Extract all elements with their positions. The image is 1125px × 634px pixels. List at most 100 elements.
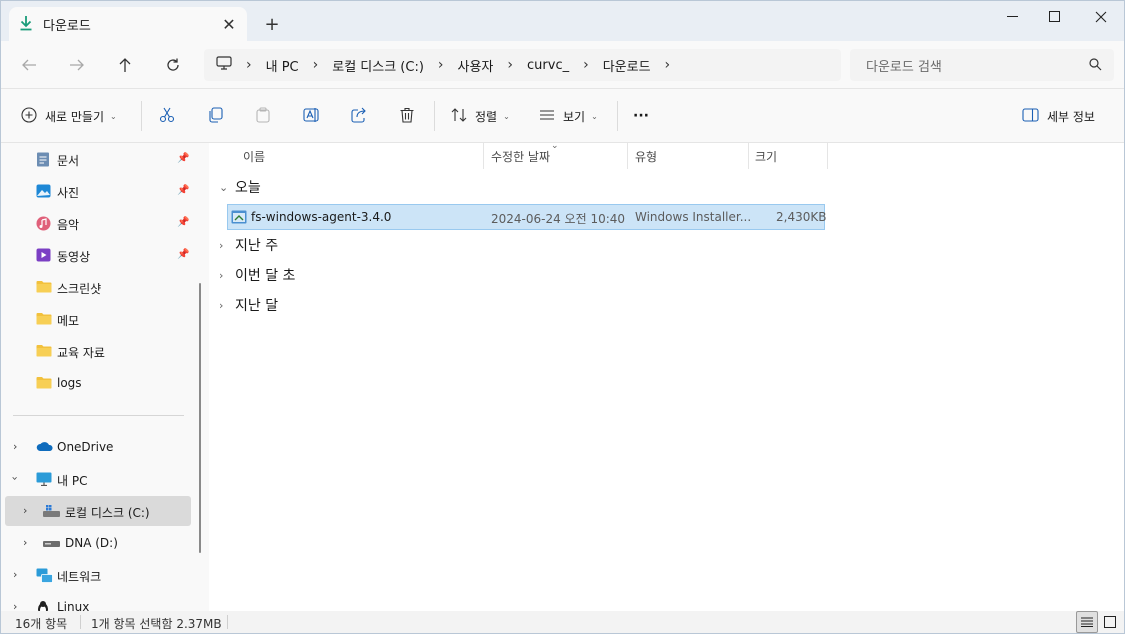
chevron-right-icon[interactable]: › xyxy=(13,568,17,581)
breadcrumb-user[interactable]: curvc_ xyxy=(527,58,569,73)
chevron-right-icon: › xyxy=(219,268,224,282)
more-options-button[interactable]: ··· xyxy=(633,103,649,129)
cut-button[interactable] xyxy=(159,103,175,129)
sidebar-item-videos[interactable]: 동영상 📌 xyxy=(1,240,193,270)
installer-icon xyxy=(231,210,247,227)
chevron-down-icon: ⌄ xyxy=(219,180,229,194)
up-button[interactable] xyxy=(111,51,139,79)
breadcrumb-local-disk[interactable]: 로컬 디스크 (C:) xyxy=(332,56,424,75)
sort-button[interactable]: 정렬 ⌄ xyxy=(451,103,510,129)
search-icon xyxy=(1089,58,1102,75)
music-icon xyxy=(36,216,51,231)
view-list-icon xyxy=(539,108,555,125)
network-icon xyxy=(36,568,53,583)
pin-icon[interactable]: 📌 xyxy=(177,249,189,260)
group-today[interactable]: ⌄ 오늘 xyxy=(219,176,261,198)
column-divider[interactable] xyxy=(748,143,749,169)
document-icon xyxy=(36,152,51,167)
search-input[interactable]: 다운로드 검색 xyxy=(850,49,1114,81)
details-pane-icon xyxy=(1022,107,1039,125)
scrollbar-thumb[interactable] xyxy=(199,283,201,553)
close-tab-icon[interactable]: ✕ xyxy=(219,14,239,34)
tiles-view-button[interactable] xyxy=(1099,611,1121,633)
group-last-month[interactable]: › 지난 달 xyxy=(219,294,278,316)
more-icon: ··· xyxy=(633,108,649,124)
group-early-this-month[interactable]: › 이번 달 초 xyxy=(219,264,295,286)
file-explorer-window: 다운로드 ✕ + › 내 PC › 로컬 디스크 (C:) › 사용자 › cu… xyxy=(0,0,1125,634)
new-button[interactable]: 새로 만들기 ⌄ xyxy=(21,103,117,129)
address-bar[interactable]: › 내 PC › 로컬 디스크 (C:) › 사용자 › curvc_ › 다운… xyxy=(204,49,841,81)
column-modified[interactable]: 수정한 날짜 xyxy=(491,143,550,169)
column-divider[interactable] xyxy=(827,143,828,169)
file-modified: 2024-06-24 오전 10:40 xyxy=(491,212,626,226)
close-window-button[interactable] xyxy=(1078,1,1124,33)
breadcrumb-downloads[interactable]: 다운로드 xyxy=(603,56,651,75)
chevron-right-icon: › xyxy=(246,57,252,73)
sidebar-item-onedrive[interactable]: › OneDrive xyxy=(1,432,193,462)
file-type: Windows Installer... xyxy=(635,210,752,224)
sidebar-item-dna-d[interactable]: › DNA (D:) xyxy=(1,528,193,558)
sidebar-item-documents[interactable]: 문서 📌 xyxy=(1,144,193,174)
drive-c-icon xyxy=(43,504,60,518)
chevron-right-icon[interactable]: › xyxy=(583,57,589,73)
column-divider[interactable] xyxy=(627,143,628,169)
rename-icon xyxy=(303,107,321,126)
toolbar-divider xyxy=(141,101,142,131)
rename-button[interactable] xyxy=(303,103,321,129)
chevron-right-icon[interactable]: › xyxy=(23,504,27,517)
share-button[interactable] xyxy=(351,103,367,129)
pin-icon[interactable]: 📌 xyxy=(177,217,189,228)
breadcrumb-my-pc[interactable]: 내 PC xyxy=(266,56,299,75)
sidebar-item-memo[interactable]: 메모 xyxy=(1,304,193,334)
toolbar-divider xyxy=(617,101,618,131)
sidebar-item-pictures[interactable]: 사진 📌 xyxy=(1,176,193,206)
forward-button[interactable] xyxy=(63,51,91,79)
address-row: › 내 PC › 로컬 디스크 (C:) › 사용자 › curvc_ › 다운… xyxy=(1,41,1124,89)
column-divider[interactable] xyxy=(483,143,484,169)
chevron-down-icon[interactable]: › xyxy=(9,476,22,480)
chevron-right-icon[interactable]: › xyxy=(665,57,671,73)
sidebar-item-logs[interactable]: logs xyxy=(1,368,193,398)
breadcrumb-users[interactable]: 사용자 xyxy=(458,56,494,75)
minimize-button[interactable] xyxy=(990,1,1036,33)
chevron-right-icon[interactable]: › xyxy=(438,57,444,73)
sidebar-scrollbar[interactable] xyxy=(199,143,202,553)
details-view-button[interactable] xyxy=(1076,611,1098,633)
column-type[interactable]: 유형 xyxy=(635,143,657,169)
chevron-right-icon[interactable]: › xyxy=(23,536,27,549)
maximize-button[interactable] xyxy=(1032,1,1078,33)
folder-icon xyxy=(36,344,52,358)
new-tab-button[interactable]: + xyxy=(261,13,283,35)
refresh-button[interactable] xyxy=(159,51,187,79)
column-size[interactable]: 크기 xyxy=(755,143,777,169)
pin-icon[interactable]: 📌 xyxy=(177,185,189,196)
paste-button[interactable] xyxy=(255,103,271,129)
tab-downloads[interactable]: 다운로드 ✕ xyxy=(9,7,247,41)
title-bar: 다운로드 ✕ + xyxy=(1,1,1124,41)
chevron-right-icon[interactable]: › xyxy=(313,57,319,73)
item-count: 16개 항목 xyxy=(15,617,68,631)
sidebar-item-screenshots[interactable]: 스크린샷 xyxy=(1,272,193,302)
chevron-right-icon[interactable]: › xyxy=(13,600,17,611)
sidebar-item-my-pc[interactable]: › 내 PC xyxy=(1,464,193,494)
group-last-week[interactable]: › 지난 주 xyxy=(219,234,278,256)
delete-button[interactable] xyxy=(399,103,415,129)
new-button-label: 새로 만들기 xyxy=(45,109,105,124)
onedrive-icon xyxy=(36,440,53,454)
chevron-right-icon[interactable]: › xyxy=(507,57,513,73)
sidebar-item-local-disk-c[interactable]: › 로컬 디스크 (C:) xyxy=(5,496,191,526)
sidebar-divider xyxy=(13,415,184,416)
chevron-down-icon: ⌄ xyxy=(503,111,510,121)
sidebar-item-music[interactable]: 음악 📌 xyxy=(1,208,193,238)
sidebar-item-network[interactable]: › 네트워크 xyxy=(1,560,193,590)
column-name[interactable]: 이름 xyxy=(243,143,265,169)
sidebar-item-education[interactable]: 교육 자료 xyxy=(1,336,193,366)
pin-icon[interactable]: 📌 xyxy=(177,153,189,164)
copy-button[interactable] xyxy=(207,103,223,129)
details-pane-button[interactable]: 세부 정보 xyxy=(1022,103,1095,129)
back-button[interactable] xyxy=(15,51,43,79)
file-row[interactable]: fs-windows-agent-3.4.0 2024-06-24 오전 10:… xyxy=(227,204,826,230)
sidebar-item-linux[interactable]: › Linux xyxy=(1,592,193,611)
view-button[interactable]: 보기 ⌄ xyxy=(539,103,598,129)
chevron-right-icon[interactable]: › xyxy=(13,440,17,453)
